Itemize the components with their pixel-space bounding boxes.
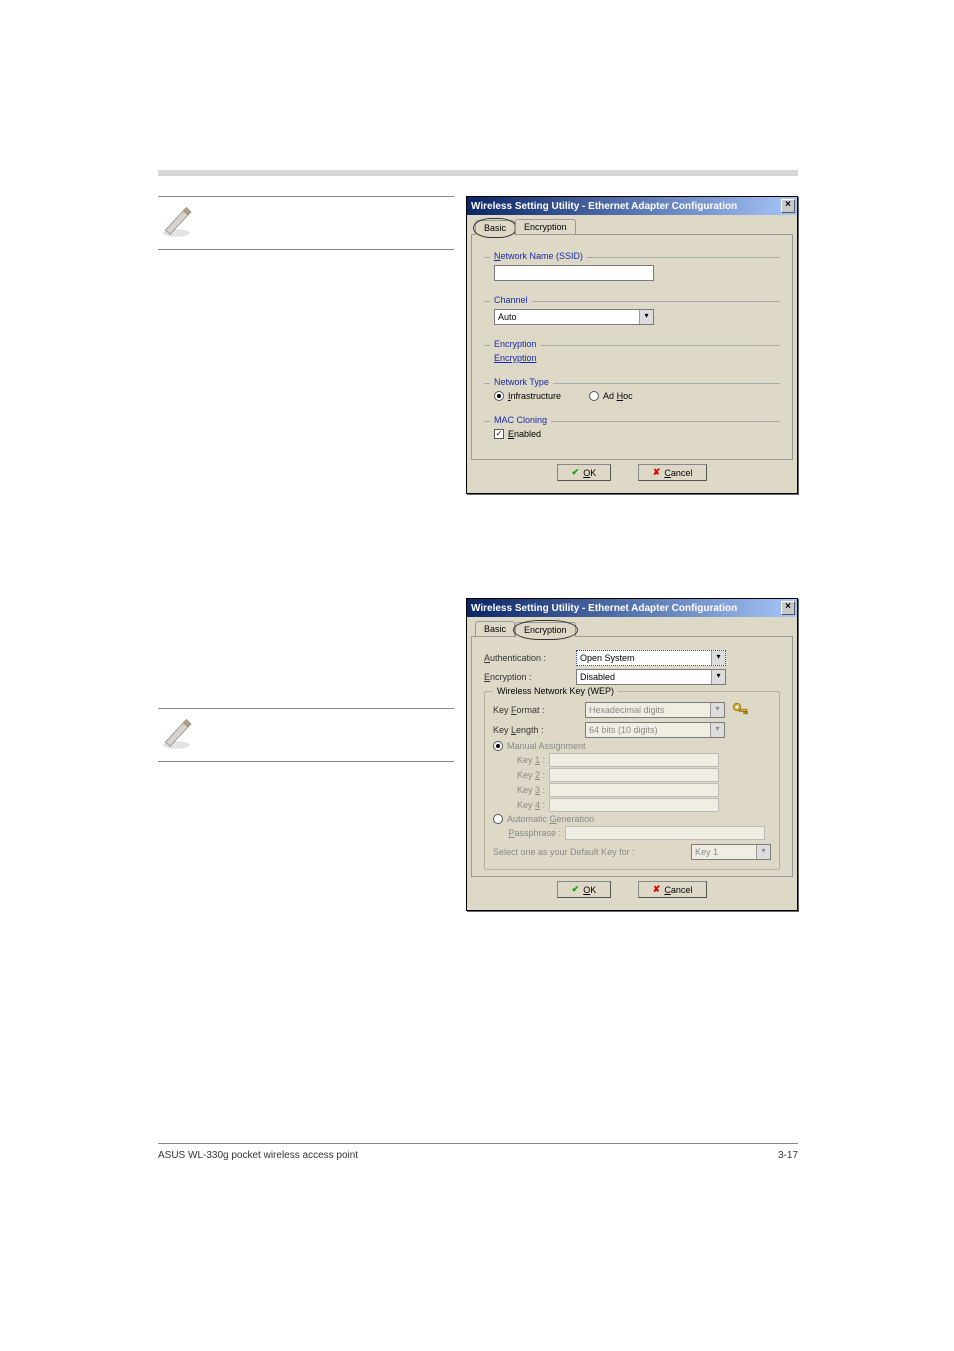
chevron-down-icon: ▾: [639, 310, 653, 324]
encryption-link[interactable]: Encryption: [494, 353, 537, 363]
radio-icon: [493, 741, 503, 751]
close-icon[interactable]: ×: [781, 199, 795, 213]
key4-input: [549, 798, 719, 812]
tab-encryption[interactable]: Encryption: [515, 219, 576, 234]
tab-strip: Basic Encryption: [471, 219, 793, 235]
ok-button[interactable]: ✔OK: [557, 881, 612, 898]
lock-key-icon: [731, 701, 749, 719]
page-footer: ASUS WL-330g pocket wireless access poin…: [158, 1143, 798, 1161]
ssid-input[interactable]: [494, 265, 654, 281]
key1-input: [549, 753, 719, 767]
key-format-select: Hexadecimal digits ▾: [585, 702, 725, 718]
chevron-down-icon: ▾: [711, 651, 725, 665]
encryption-label: Encryption :: [484, 672, 570, 682]
radio-icon: [493, 814, 503, 824]
authentication-select[interactable]: Open System ▾: [576, 650, 726, 666]
key2-label: Key 2 :: [499, 770, 545, 780]
dialog-title: Wireless Setting Utility - Ethernet Adap…: [471, 603, 737, 614]
key-length-label: Key Length :: [493, 725, 579, 735]
note-box: [158, 196, 454, 250]
authentication-label: Authentication :: [484, 653, 570, 663]
wep-group-title: Wireless Network Key (WEP): [493, 686, 618, 696]
chevron-down-icon: ▾: [756, 845, 770, 859]
cancel-button[interactable]: ✘Cancel: [638, 881, 708, 898]
encryption-group-label: Encryption: [490, 339, 541, 349]
channel-select[interactable]: Auto ▾: [494, 309, 654, 325]
dialog-titlebar: Wireless Setting Utility - Ethernet Adap…: [467, 197, 797, 215]
group-mac-cloning: MAC Cloning Enabled: [484, 415, 780, 443]
key3-label: Key 3 :: [499, 785, 545, 795]
pen-note-icon: [158, 203, 194, 239]
default-key-select: Key 1 ▾: [691, 844, 771, 860]
group-wep-key: Wireless Network Key (WEP) Key Format : …: [484, 691, 780, 870]
note-box-2: [158, 708, 454, 762]
x-icon: ✘: [653, 467, 661, 478]
radio-manual-assignment: Manual Assignment: [493, 741, 771, 751]
dialog-title: Wireless Setting Utility - Ethernet Adap…: [471, 201, 737, 212]
check-icon: ✔: [572, 467, 580, 478]
tab-basic[interactable]: Basic: [475, 621, 515, 636]
tab-encryption[interactable]: Encryption: [515, 622, 576, 637]
tab-strip: Basic Encryption: [471, 621, 793, 637]
mac-cloning-label: MAC Cloning: [490, 415, 551, 425]
close-icon[interactable]: ×: [781, 601, 795, 615]
check-icon: ✔: [572, 884, 580, 895]
ssid-label: NNetwork Name (SSID)etwork Name (SSID): [490, 251, 587, 261]
x-icon: ✘: [653, 884, 661, 895]
section-divider: [158, 170, 798, 176]
chevron-down-icon: ▾: [710, 703, 724, 717]
radio-adhoc[interactable]: Ad Hoc: [589, 391, 633, 401]
radio-icon: [494, 391, 504, 401]
key-format-label: Key Format :: [493, 705, 579, 715]
ok-button[interactable]: ✔OK: [557, 464, 612, 481]
chevron-down-icon: ▾: [711, 670, 725, 684]
checkbox-icon: [494, 429, 504, 439]
group-channel: Channel Auto ▾: [484, 295, 780, 329]
passphrase-input: [565, 826, 765, 840]
chevron-down-icon: ▾: [710, 723, 724, 737]
channel-label: Channel: [490, 295, 532, 305]
radio-icon: [589, 391, 599, 401]
group-network-type: Network Type Infrastructure A: [484, 377, 780, 405]
footer-right: 3-17: [478, 1150, 798, 1161]
radio-infrastructure[interactable]: Infrastructure: [494, 391, 561, 401]
dialog-encryption-config: Wireless Setting Utility - Ethernet Adap…: [466, 598, 798, 911]
dialog-basic-config: Wireless Setting Utility - Ethernet Adap…: [466, 196, 798, 494]
key2-input: [549, 768, 719, 782]
default-key-label: Select one as your Default Key for :: [493, 847, 635, 857]
key1-label: Key 1 :: [499, 755, 545, 765]
key4-label: Key 4 :: [499, 800, 545, 810]
key-length-select: 64 bits (10 digits) ▾: [585, 722, 725, 738]
key3-input: [549, 783, 719, 797]
footer-left: ASUS WL-330g pocket wireless access poin…: [158, 1150, 478, 1161]
passphrase-label: Passphrase :: [499, 828, 561, 838]
pen-note-icon: [158, 715, 194, 751]
network-type-label: Network Type: [490, 377, 553, 387]
group-encryption: Encryption Encryption: [484, 339, 780, 367]
dialog-titlebar: Wireless Setting Utility - Ethernet Adap…: [467, 599, 797, 617]
checkbox-mac-enabled[interactable]: Enabled: [494, 429, 770, 439]
cancel-button[interactable]: ✘Cancel: [638, 464, 708, 481]
encryption-select[interactable]: Disabled ▾: [576, 669, 726, 685]
radio-auto-generation: Automatic Generation: [493, 814, 771, 824]
group-ssid: NNetwork Name (SSID)etwork Name (SSID): [484, 251, 780, 285]
tab-basic[interactable]: Basic: [475, 220, 515, 235]
